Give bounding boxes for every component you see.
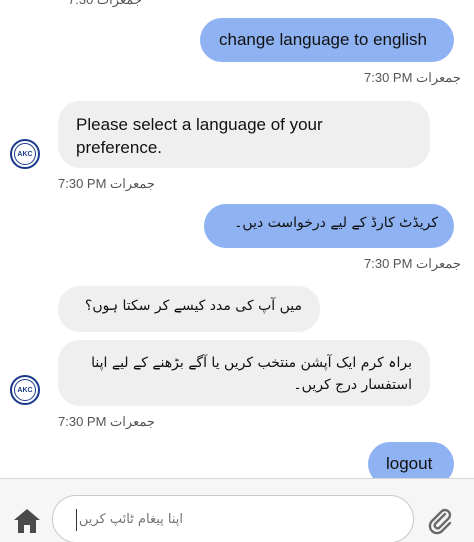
incoming-message-bubble: میں آپ کی مدد کیسے کر سکتا ہوں؟ [58, 286, 320, 332]
paperclip-icon [428, 508, 452, 535]
message-timestamp: 7:30 PM جمعرات [58, 414, 155, 430]
message-time: 7:30 PM [58, 414, 107, 429]
message-day: جمعرات [110, 414, 155, 429]
message-text: کریڈٹ کارڈ کے لیے درخواست دیں۔ [234, 215, 438, 231]
message-text: Please select a language of your prefere… [76, 115, 323, 157]
incoming-message-bubble: براہ کرم ایک آپشن منتخب کریں یا آگے بڑھن… [58, 340, 430, 406]
message-text: logout [386, 454, 433, 473]
message-day: جمعرات [416, 256, 461, 271]
outgoing-message-bubble: change language to english [200, 18, 454, 62]
home-button[interactable] [12, 507, 42, 535]
outgoing-message-bubble: logout [368, 442, 454, 478]
message-timestamp: 7:30 PM جمعرات [364, 256, 461, 272]
message-input-wrapper [52, 495, 414, 542]
message-text: براہ کرم ایک آپشن منتخب کریں یا آگے بڑھن… [91, 355, 412, 393]
message-timestamp: 7:30 PM جمعرات [58, 176, 155, 192]
incoming-message-bubble: Please select a language of your prefere… [58, 101, 430, 168]
message-day: جمعرات [416, 70, 461, 85]
home-icon [14, 509, 40, 533]
bot-avatar-label: AKC [14, 143, 36, 165]
timestamp: 7:30 جمعرات [68, 0, 142, 8]
chat-transcript: 7:30 جمعرات change language to english 7… [0, 0, 474, 478]
message-time: 7:30 PM [364, 256, 413, 271]
bot-avatar: AKC [10, 139, 40, 169]
bot-avatar: AKC [10, 375, 40, 405]
message-time: 7:30 PM [58, 176, 107, 191]
text-caret [76, 509, 77, 531]
outgoing-message-bubble: کریڈٹ کارڈ کے لیے درخواست دیں۔ [204, 204, 454, 248]
bot-avatar-label: AKC [14, 379, 36, 401]
message-day: جمعرات [110, 176, 155, 191]
message-input[interactable] [53, 496, 413, 542]
message-text: میں آپ کی مدد کیسے کر سکتا ہوں؟ [84, 298, 302, 314]
attach-button[interactable] [424, 507, 456, 535]
message-text: change language to english [219, 30, 427, 49]
message-time: 7:30 PM [364, 70, 413, 85]
message-timestamp: 7:30 PM جمعرات [364, 70, 461, 86]
message-composer [0, 478, 474, 542]
